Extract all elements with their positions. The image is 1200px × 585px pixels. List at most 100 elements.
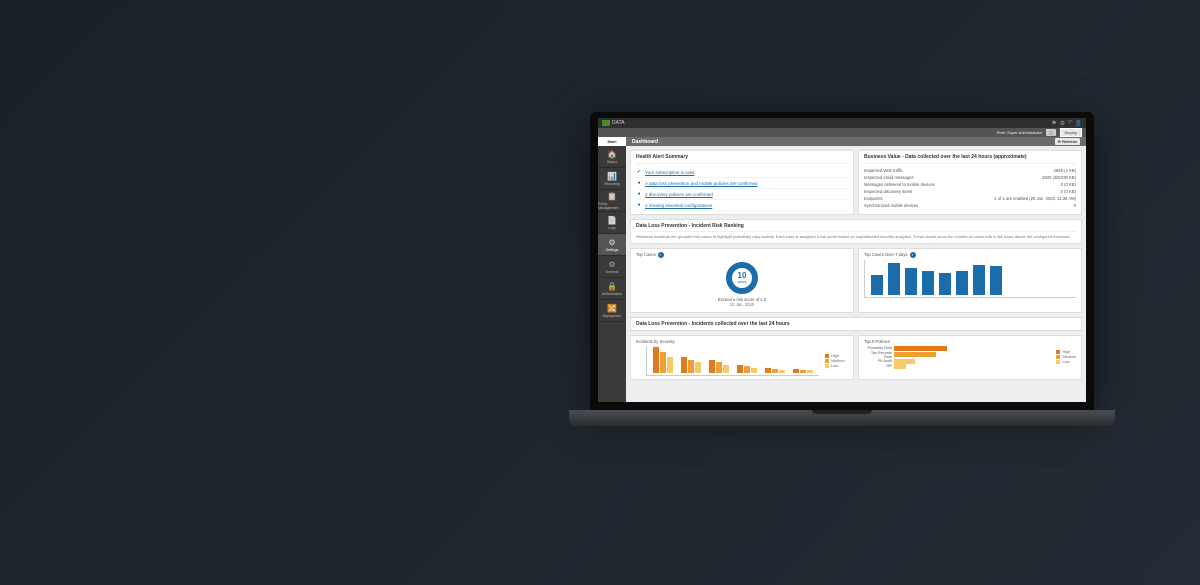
top-cases-card: Top Cases i 10 cases Exceed a risk score…	[630, 248, 854, 313]
sev-group	[765, 368, 785, 373]
sidebar-icon: 📊	[607, 172, 617, 181]
sidebar-item-label: Reporting	[604, 182, 619, 186]
sidebar-item-settings[interactable]: ⚙Settings	[598, 234, 626, 256]
status-icon: ✔	[636, 169, 642, 175]
legend-swatch-icon	[1056, 360, 1060, 364]
dlp-24h-title: Data Loss Prevention - Incidents collect…	[636, 321, 790, 327]
severity-chart	[646, 346, 819, 376]
policy-label: HR	[864, 364, 892, 368]
help-icon[interactable]: ?	[1068, 120, 1071, 127]
sidebar-tab-main[interactable]: Main	[598, 137, 626, 146]
sidebar-item-general[interactable]: ⚙General	[598, 256, 626, 278]
page-title: Dashboard	[632, 139, 658, 145]
breadcrumb-bar: Dashboard ⟳ Refresh	[626, 137, 1086, 146]
alert-row: ✔Your subscription is valid	[636, 167, 848, 178]
sev-bar	[723, 365, 729, 373]
legend-swatch-icon	[825, 359, 829, 363]
refresh-button[interactable]: ⟳ Refresh	[1055, 138, 1080, 145]
sidebar-item-deployment[interactable]: 🔀Deployment	[598, 300, 626, 322]
legend-swatch-icon	[825, 354, 829, 358]
severity-card: Incidents by Severity HighMediumLow	[630, 335, 854, 380]
sev-bar	[667, 357, 673, 372]
dlp-24h-section: Data Loss Prevention - Incidents collect…	[630, 317, 1082, 331]
legend-label: High	[831, 354, 839, 358]
status-icon: ●	[636, 191, 642, 197]
top-bar: DATA ⚑ ⚙ ? 👤	[598, 118, 1086, 128]
flag-icon[interactable]: ⚑	[1051, 120, 1056, 127]
brand-name: DATA	[612, 120, 625, 126]
alert-link[interactable]: Your subscription is valid	[645, 170, 694, 175]
top-cases-label: Top Cases i	[636, 252, 848, 258]
sev-group	[709, 360, 729, 373]
sidebar-icon: 🏠	[607, 150, 617, 159]
bv-val: 0	[1074, 203, 1076, 208]
bv-val: 2930 (482230 KB)	[1042, 175, 1076, 180]
status-icon: ●	[636, 180, 642, 186]
deploy-button[interactable]: Deploy	[1060, 128, 1082, 137]
bar	[888, 263, 900, 295]
sev-bar	[765, 368, 771, 373]
role-label: Role: Super Administrator	[997, 130, 1043, 135]
main-panel: Dashboard ⟳ Refresh Health Alert Summary…	[626, 137, 1086, 402]
sidebar-item-policy-management[interactable]: 📋Policy Management	[598, 190, 626, 212]
health-alert-title: Health Alert Summary	[636, 154, 848, 164]
sev-bar	[681, 357, 687, 372]
sev-bar	[807, 370, 813, 373]
sidebar-item-label: General	[606, 270, 618, 274]
bar	[922, 271, 934, 295]
sidebar-item-logs[interactable]: 📄Logs	[598, 212, 626, 234]
sev-group	[793, 369, 813, 373]
sev-bar	[709, 360, 715, 373]
bar-chart-7d	[864, 260, 1076, 298]
bv-val: 2849 (4 KB)	[1054, 168, 1076, 173]
sev-bar	[695, 362, 701, 372]
sidebar-item-status[interactable]: 🏠Status	[598, 146, 626, 168]
bar	[956, 271, 968, 294]
role-selector[interactable]: ◻	[1046, 129, 1055, 136]
info-icon[interactable]: i	[658, 252, 664, 258]
bv-val: 0 (0 KB)	[1061, 182, 1076, 187]
alert-link[interactable]: 1 missing essential configurations	[645, 203, 712, 208]
app-screen: DATA ⚑ ⚙ ? 👤 Role: Super Administrator ◻…	[598, 118, 1086, 402]
legend-label: Medium	[831, 359, 845, 363]
top-cases-7d-label: Top Cases Over 7 days i	[864, 252, 1076, 258]
bv-row: Inspected Web traffic 2849 (4 KB)	[864, 167, 1076, 174]
sidebar-item-label: Deployment	[603, 314, 622, 318]
sidebar-item-reporting[interactable]: 📊Reporting	[598, 168, 626, 190]
bv-key: Endpoints	[864, 196, 883, 201]
dlp-risk-subtitle: Released incidents are grouped into case…	[636, 231, 1076, 240]
legend-swatch-icon	[825, 364, 829, 368]
policy-bar	[894, 352, 936, 357]
donut-unit: cases	[737, 280, 746, 284]
legend-label: Low	[1062, 360, 1069, 364]
donut-value: 10	[738, 271, 747, 280]
dlp-risk-section: Data Loss Prevention - Incident Risk Ran…	[630, 219, 1082, 244]
donut-date: 15 Jan. 2020	[730, 302, 754, 307]
legend-item: Low	[825, 364, 845, 368]
user-icon[interactable]: 👤	[1075, 120, 1082, 127]
policy-bar	[894, 346, 947, 351]
sidebar-icon: 📋	[607, 192, 617, 201]
bv-key: Inspected Web traffic	[864, 168, 903, 173]
sidebar-icon: 🔒	[607, 282, 617, 291]
gear-icon[interactable]: ⚙	[1060, 120, 1065, 127]
status-icon: ●	[636, 202, 642, 208]
bar	[905, 268, 917, 294]
sidebar-item-authorization[interactable]: 🔒Authorization	[598, 278, 626, 300]
bv-row: Messages delivered to mobile devices0 (0…	[864, 181, 1076, 188]
bv-key: Inspected discovery items	[864, 189, 912, 194]
topbar-icon-group: ⚑ ⚙ ? 👤	[1051, 120, 1082, 127]
alert-link[interactable]: 4 discovery policies are confirmed	[645, 192, 713, 197]
alert-link[interactable]: A data loss prevention and mobile polici…	[645, 181, 758, 186]
sidebar-icon: ⚙	[608, 238, 615, 247]
laptop-frame: DATA ⚑ ⚙ ? 👤 Role: Super Administrator ◻…	[590, 112, 1094, 432]
sidebar-item-label: Settings	[606, 248, 619, 252]
legend-item: Medium	[825, 359, 845, 363]
role-bar: Role: Super Administrator ◻ Deploy	[598, 128, 1086, 137]
bar	[990, 266, 1002, 295]
business-value-card: Business Value - Data collected over the…	[858, 150, 1082, 215]
sev-bar	[779, 370, 785, 373]
sev-bar	[737, 365, 743, 373]
info-icon[interactable]: i	[910, 252, 916, 258]
bar	[973, 265, 985, 295]
